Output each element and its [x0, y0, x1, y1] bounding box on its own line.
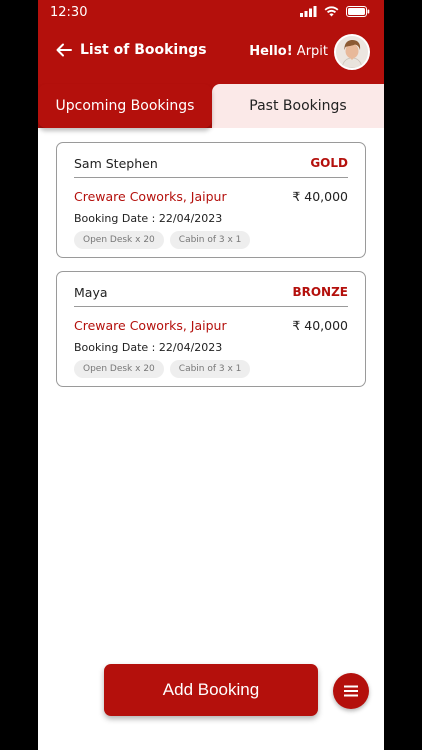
- card-header: Maya BRONZE: [74, 285, 348, 307]
- item-chip: Cabin of 3 x 1: [169, 231, 251, 249]
- back-arrow-icon[interactable]: [54, 40, 74, 60]
- battery-icon: [346, 6, 370, 17]
- title-row: List of Bookings: [54, 40, 207, 60]
- menu-button[interactable]: [333, 673, 369, 709]
- booking-items: Open Desk x 20 Cabin of 3 x 1: [74, 360, 251, 378]
- greeting-name: Arpit: [296, 44, 328, 59]
- item-chip: Cabin of 3 x 1: [169, 360, 251, 378]
- wifi-icon: [324, 6, 339, 17]
- greeting-prefix: Hello!: [249, 44, 293, 59]
- page-title: List of Bookings: [80, 42, 207, 58]
- tier-badge: BRONZE: [292, 285, 348, 299]
- tab-past-bookings[interactable]: Past Bookings: [212, 84, 384, 128]
- booking-tabs: Upcoming Bookings Past Bookings: [38, 84, 384, 128]
- add-booking-button[interactable]: Add Booking: [104, 664, 318, 716]
- tier-badge: GOLD: [310, 156, 348, 170]
- booking-date-label: Booking Date :: [74, 341, 156, 354]
- booking-date: Booking Date : 22/04/2023: [74, 341, 222, 354]
- card-header: Sam Stephen GOLD: [74, 156, 348, 178]
- venue-name: Creware Coworks, Jaipur: [74, 318, 227, 333]
- customer-name: Maya: [74, 285, 108, 300]
- booking-date-value: 22/04/2023: [158, 212, 223, 225]
- signal-icon: [300, 6, 317, 17]
- booking-date-label: Booking Date :: [74, 212, 156, 225]
- greeting: Hello! Arpit: [249, 44, 328, 59]
- booking-date-value: 22/04/2023: [158, 341, 223, 354]
- tab-upcoming-bookings[interactable]: Upcoming Bookings: [38, 84, 212, 128]
- booking-price: ₹ 40,000: [292, 318, 348, 333]
- item-chip: Open Desk x 20: [74, 231, 164, 249]
- venue-name: Creware Coworks, Jaipur: [74, 189, 227, 204]
- booking-price: ₹ 40,000: [292, 189, 348, 204]
- booking-items: Open Desk x 20 Cabin of 3 x 1: [74, 231, 251, 249]
- header: 12:30 List of Bookings Hello! Arpit Upco…: [38, 0, 384, 128]
- menu-icon: [344, 685, 358, 697]
- booking-card[interactable]: Sam Stephen GOLD Creware Coworks, Jaipur…: [56, 142, 366, 258]
- status-bar: 12:30: [38, 0, 384, 26]
- avatar-icon: [336, 36, 368, 68]
- item-chip: Open Desk x 20: [74, 360, 164, 378]
- booking-date: Booking Date : 22/04/2023: [74, 212, 222, 225]
- app-screen: 12:30 List of Bookings Hello! Arpit Upco…: [38, 0, 384, 750]
- status-time: 12:30: [50, 5, 88, 20]
- status-icons: [300, 6, 370, 17]
- avatar[interactable]: [334, 34, 370, 70]
- booking-card[interactable]: Maya BRONZE Creware Coworks, Jaipur ₹ 40…: [56, 271, 366, 387]
- customer-name: Sam Stephen: [74, 156, 158, 171]
